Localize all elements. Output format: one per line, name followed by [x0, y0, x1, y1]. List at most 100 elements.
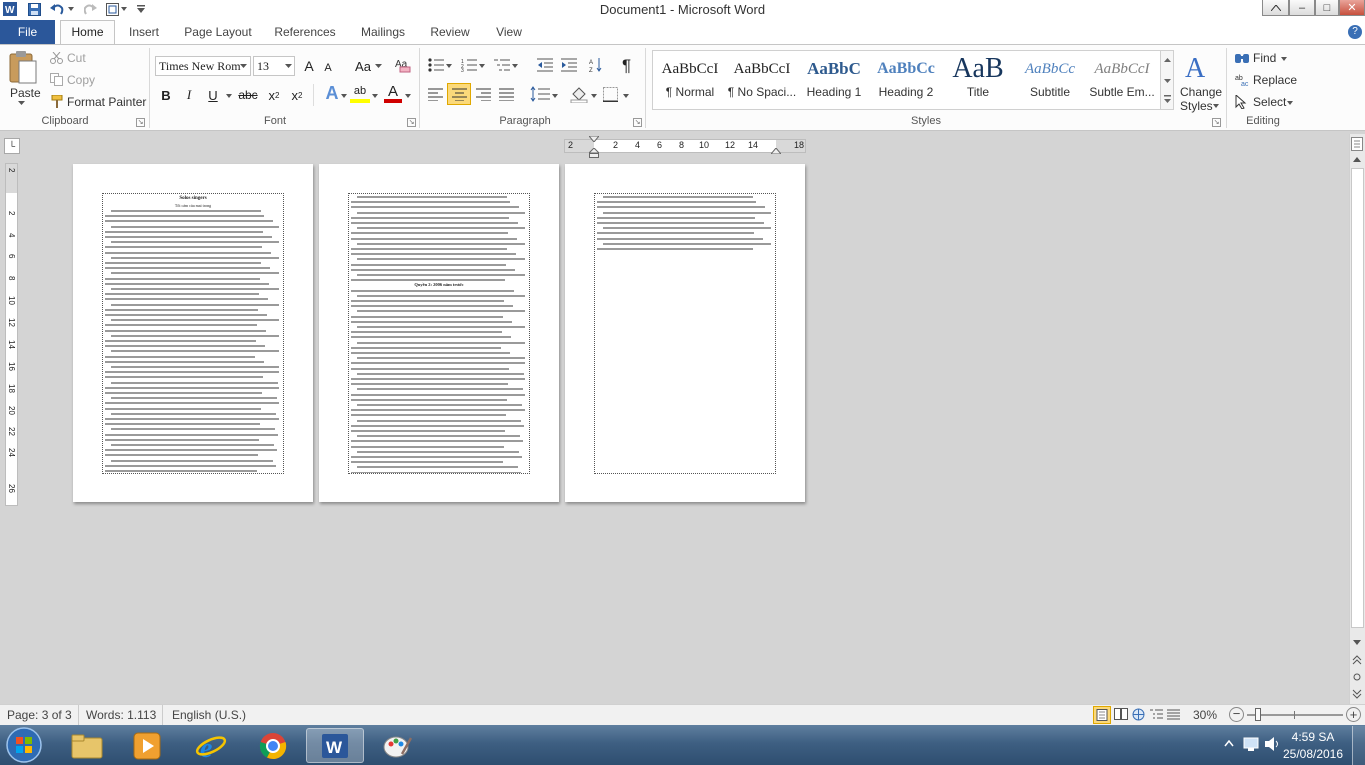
page-text-box[interactable]: Quyền 2: 2006 năm trước [348, 193, 530, 474]
view-ruler-icon[interactable] [1351, 137, 1363, 151]
text-effects-dropdown-icon[interactable] [341, 94, 347, 98]
file-explorer-icon[interactable] [58, 728, 116, 763]
page-count[interactable]: Page: 3 of 3 [7, 708, 72, 722]
vertical-ruler[interactable]: 2 2 4 6 8 10 12 14 16 18 20 22 24 26 [5, 163, 18, 506]
style-heading-1[interactable]: AaBbC Heading 1 [798, 53, 870, 108]
replace-icon[interactable]: ab ac [1235, 73, 1250, 86]
zoom-in-button[interactable]: + [1346, 707, 1361, 722]
replace-button[interactable]: Replace [1253, 73, 1297, 87]
paste-button[interactable]: Paste [10, 86, 41, 100]
underline-dropdown-icon[interactable] [226, 94, 232, 98]
bold-button[interactable]: B [158, 85, 174, 105]
format-painter-button[interactable]: Format Painter [67, 95, 146, 109]
hanging-indent-marker[interactable] [589, 148, 599, 158]
tab-selector-button[interactable]: └ [4, 138, 20, 154]
bullets-icon[interactable] [428, 58, 444, 72]
tab-file[interactable]: File [0, 20, 55, 44]
shading-icon[interactable] [570, 85, 588, 103]
font-name-dropdown-icon[interactable] [240, 64, 247, 68]
tab-references[interactable]: References [268, 21, 342, 44]
subscript-button[interactable]: x2 [264, 85, 284, 105]
save-icon[interactable] [26, 0, 42, 18]
page-text-box[interactable] [594, 193, 776, 474]
numbering-icon[interactable]: 123 [461, 58, 477, 72]
redo-icon[interactable] [82, 0, 98, 18]
borders-dropdown-icon[interactable] [623, 94, 629, 98]
increase-indent-icon[interactable] [561, 58, 577, 72]
justify-icon[interactable] [499, 88, 514, 101]
change-case-button[interactable]: Aa [352, 56, 374, 76]
clear-formatting-icon[interactable]: Aa [394, 56, 412, 74]
next-page-icon[interactable] [1351, 688, 1363, 700]
strikethrough-button[interactable]: abc [237, 85, 259, 105]
first-line-indent-marker[interactable] [589, 136, 599, 142]
find-button[interactable]: Find [1253, 51, 1276, 65]
style-subtitle[interactable]: AaBbCc Subtitle [1014, 53, 1086, 108]
zoom-level[interactable]: 30% [1193, 708, 1217, 722]
word-taskbar-icon[interactable]: W [306, 728, 364, 763]
font-size-dropdown-icon[interactable] [285, 64, 292, 68]
italic-button[interactable]: I [181, 85, 197, 105]
web-layout-icon[interactable] [1132, 708, 1145, 721]
zoom-out-button[interactable]: − [1229, 707, 1244, 722]
multilevel-dropdown-icon[interactable] [512, 64, 518, 68]
scroll-up-icon[interactable] [1352, 155, 1362, 163]
highlight-button[interactable]: ab [350, 83, 370, 103]
draft-view-icon[interactable] [1167, 708, 1180, 721]
align-center-button[interactable] [447, 83, 471, 105]
quick-print-icon[interactable] [104, 0, 120, 18]
clock-date[interactable]: 25/08/2016 [1280, 747, 1346, 761]
minimize-button[interactable]: – [1289, 0, 1315, 16]
tab-page-layout[interactable]: Page Layout [178, 21, 258, 44]
font-launcher-icon[interactable]: ↘ [407, 118, 416, 127]
cut-button[interactable]: Cut [67, 51, 86, 65]
print-layout-view-icon[interactable] [1093, 706, 1111, 724]
font-color-dropdown-icon[interactable] [405, 94, 411, 98]
shading-dropdown-icon[interactable] [591, 94, 597, 98]
clock-time[interactable]: 4:59 SA [1288, 730, 1338, 744]
line-spacing-icon[interactable] [530, 86, 550, 102]
multilevel-list-icon[interactable] [494, 58, 510, 72]
find-icon[interactable] [1235, 51, 1250, 64]
cut-icon[interactable] [50, 52, 63, 64]
paste-dropdown-icon[interactable] [18, 101, 25, 105]
grow-font-button[interactable]: A [300, 56, 318, 76]
sort-icon[interactable]: AZ [589, 57, 603, 73]
help-icon[interactable]: ? [1348, 25, 1362, 39]
show-desktop-button[interactable] [1352, 726, 1365, 765]
styles-scroll[interactable] [1160, 51, 1173, 109]
paint-icon[interactable] [368, 728, 426, 763]
style-normal[interactable]: AaBbCcI ¶ Normal [654, 53, 726, 108]
style-title[interactable]: AaB Title [942, 53, 1014, 108]
change-styles-label-2[interactable]: Styles [1180, 99, 1213, 113]
style-subtle-emphasis[interactable]: AaBbCcI Subtle Em... [1086, 53, 1158, 108]
style-no-spacing[interactable]: AaBbCcI ¶ No Spaci... [726, 53, 798, 108]
internet-explorer-icon[interactable]: e [182, 728, 240, 763]
zoom-slider-thumb[interactable] [1254, 708, 1261, 721]
find-dropdown-icon[interactable] [1281, 57, 1287, 61]
full-screen-reading-icon[interactable] [1114, 708, 1128, 720]
chrome-icon[interactable] [244, 728, 302, 763]
select-icon[interactable] [1235, 95, 1248, 109]
network-icon[interactable] [1243, 736, 1259, 752]
tab-home[interactable]: Home [60, 20, 115, 45]
right-indent-marker[interactable] [771, 148, 781, 154]
volume-icon[interactable] [1264, 736, 1280, 752]
outline-view-icon[interactable] [1150, 708, 1163, 721]
copy-button[interactable]: Copy [67, 73, 95, 87]
format-painter-icon[interactable] [50, 95, 64, 108]
select-browse-object-icon[interactable] [1351, 671, 1363, 683]
tab-review[interactable]: Review [424, 21, 476, 44]
copy-icon[interactable] [50, 73, 63, 86]
bullets-dropdown-icon[interactable] [446, 64, 452, 68]
style-heading-2[interactable]: AaBbCc Heading 2 [870, 53, 942, 108]
ribbon-minimize-icon[interactable] [1262, 0, 1289, 16]
select-button[interactable]: Select [1253, 95, 1286, 109]
tab-insert[interactable]: Insert [119, 21, 169, 44]
paragraph-launcher-icon[interactable]: ↘ [633, 118, 642, 127]
horizontal-ruler[interactable]: 2 2 4 6 8 10 12 14 18 [564, 139, 806, 153]
document-page[interactable] [565, 164, 805, 502]
line-spacing-dropdown-icon[interactable] [552, 94, 558, 98]
word-app-icon[interactable]: W [2, 0, 18, 18]
align-left-icon[interactable] [428, 88, 443, 101]
